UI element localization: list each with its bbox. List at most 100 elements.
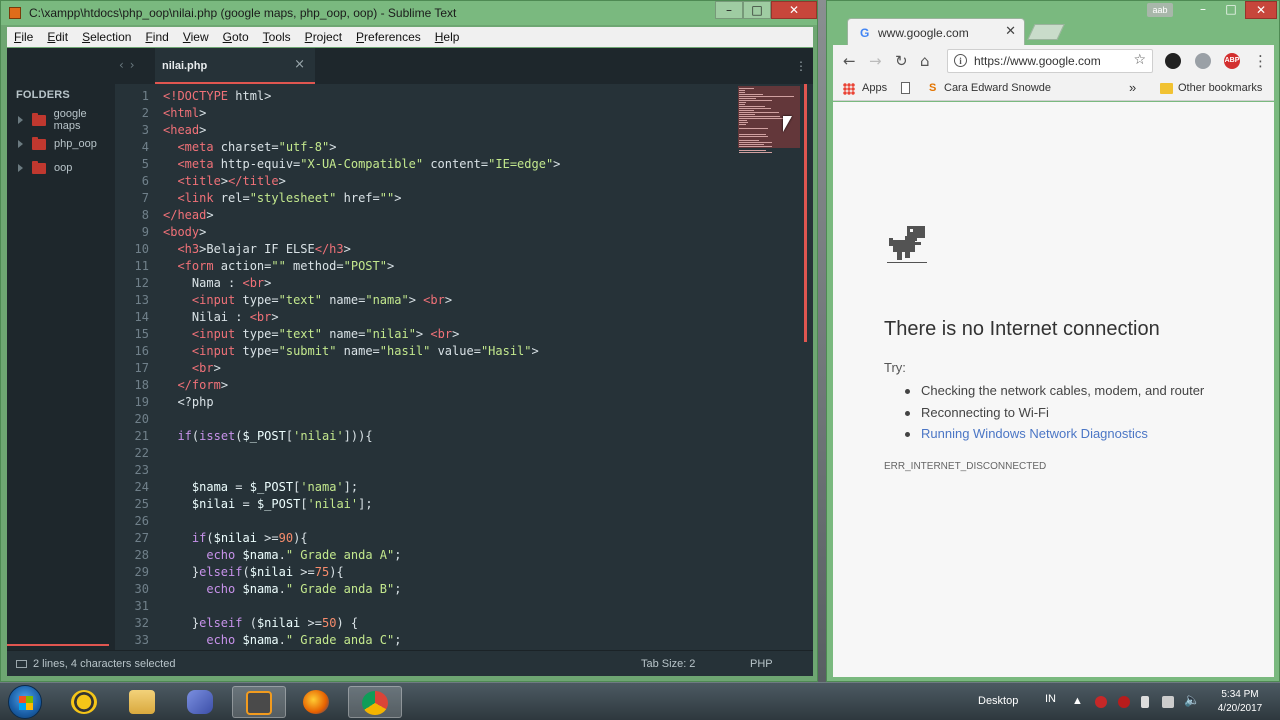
extension-icon[interactable] bbox=[1165, 53, 1181, 69]
menu-goto[interactable]: Goto bbox=[216, 30, 256, 44]
adblock-icon[interactable]: ABP bbox=[1224, 53, 1240, 69]
maximize-button[interactable]: □ bbox=[1217, 1, 1245, 19]
code-line[interactable]: <body> bbox=[163, 225, 560, 242]
battery-icon[interactable] bbox=[1141, 696, 1149, 708]
extension-icon[interactable] bbox=[1195, 53, 1211, 69]
code-line[interactable] bbox=[163, 514, 560, 531]
chevron-right-icon[interactable] bbox=[18, 116, 23, 124]
code-line[interactable]: <form action="" method="POST"> bbox=[163, 259, 560, 276]
code-line[interactable]: <meta http-equiv="X-UA-Compatible" conte… bbox=[163, 157, 560, 174]
code-line[interactable]: <head> bbox=[163, 123, 560, 140]
code-line[interactable]: }elseif ($nilai >=50) { bbox=[163, 616, 560, 633]
menu-selection[interactable]: Selection bbox=[75, 30, 138, 44]
code-line[interactable]: $nilai = $_POST['nilai']; bbox=[163, 497, 560, 514]
code-line[interactable] bbox=[163, 599, 560, 616]
taskbar-app[interactable] bbox=[290, 686, 344, 718]
info-icon[interactable]: i bbox=[954, 54, 967, 67]
chevron-right-icon[interactable] bbox=[18, 164, 23, 172]
menu-preferences[interactable]: Preferences bbox=[349, 30, 428, 44]
maximize-button[interactable]: □ bbox=[743, 1, 771, 19]
code-line[interactable]: <!DOCTYPE html> bbox=[163, 89, 560, 106]
network-icon[interactable] bbox=[1162, 696, 1174, 708]
code-line[interactable]: $nama = $_POST['nama']; bbox=[163, 480, 560, 497]
code-line[interactable] bbox=[163, 463, 560, 480]
taskbar-app-chrome[interactable] bbox=[348, 686, 402, 718]
start-button[interactable] bbox=[8, 685, 42, 719]
tab-nilai-php[interactable]: nilai.php × bbox=[155, 48, 315, 84]
other-bookmarks[interactable]: Other bookmarks bbox=[1178, 82, 1262, 94]
address-bar[interactable]: i https://www.google.com ☆ bbox=[947, 49, 1153, 73]
minimize-button[interactable]: – bbox=[1189, 1, 1217, 19]
code-editor[interactable]: 1 2 3 4 5 6 7 8 9 10 11 12 13 14 15 16 17 18 19 20 21 22 23 24 2… bbox=[115, 84, 735, 650]
taskbar-app[interactable] bbox=[58, 686, 112, 718]
code-line[interactable]: <title></title> bbox=[163, 174, 560, 191]
user-badge[interactable]: aab bbox=[1147, 3, 1173, 17]
code-line[interactable]: <h3>Belajar IF ELSE</h3> bbox=[163, 242, 560, 259]
code-line[interactable] bbox=[163, 412, 560, 429]
code-line[interactable]: <html> bbox=[163, 106, 560, 123]
desktop-toolbar[interactable]: Desktop bbox=[978, 695, 1018, 707]
close-icon[interactable]: ✕ bbox=[1005, 24, 1016, 39]
status-syntax[interactable]: PHP bbox=[750, 658, 773, 670]
minimize-button[interactable]: – bbox=[715, 1, 743, 19]
taskbar-app[interactable] bbox=[116, 686, 170, 718]
tab-menu-icon[interactable]: ⋮ bbox=[795, 59, 807, 73]
code-line[interactable]: Nama : <br> bbox=[163, 276, 560, 293]
panel-toggle-icon[interactable] bbox=[16, 660, 27, 668]
menu-tools[interactable]: Tools bbox=[256, 30, 298, 44]
menu-find[interactable]: Find bbox=[138, 30, 175, 44]
volume-icon[interactable]: 🔈 bbox=[1184, 692, 1200, 708]
page-icon[interactable] bbox=[901, 82, 910, 94]
code-line[interactable] bbox=[163, 446, 560, 463]
code-line[interactable]: Nilai : <br> bbox=[163, 310, 560, 327]
folder-php-oop[interactable]: php_oop bbox=[7, 134, 115, 154]
folder-google-maps[interactable]: google maps bbox=[7, 108, 115, 132]
reload-icon[interactable]: ↻ bbox=[895, 52, 908, 70]
folder-oop[interactable]: oop bbox=[7, 158, 115, 178]
code-line[interactable]: <meta charset="utf-8"> bbox=[163, 140, 560, 157]
menu-file[interactable]: File bbox=[7, 30, 40, 44]
minimap[interactable] bbox=[735, 84, 800, 650]
code-line[interactable]: <input type="submit" name="hasil" value=… bbox=[163, 344, 560, 361]
chevron-right-icon[interactable] bbox=[18, 140, 23, 148]
forward-icon[interactable]: → bbox=[869, 52, 882, 70]
bookmark-star-icon[interactable]: ☆ bbox=[1133, 52, 1146, 68]
bookmark-item[interactable]: Cara Edward Snowde bbox=[944, 82, 1051, 94]
code-line[interactable]: </head> bbox=[163, 208, 560, 225]
code-area[interactable]: <!DOCTYPE html> <html> <head> <meta charse… bbox=[163, 89, 560, 650]
chrome-menu-icon[interactable]: ⋮ bbox=[1253, 52, 1268, 70]
back-icon[interactable]: ← bbox=[843, 52, 856, 70]
tab-nav-arrows-icon[interactable]: ‹› bbox=[119, 58, 141, 72]
code-line[interactable]: </form> bbox=[163, 378, 560, 395]
bookmarks-overflow-icon[interactable]: » bbox=[1129, 80, 1136, 95]
code-line[interactable]: <?php bbox=[163, 395, 560, 412]
network-diagnostics-link[interactable]: Running Windows Network Diagnostics bbox=[903, 423, 1204, 445]
chrome-tab[interactable]: G www.google.com ✕ bbox=[847, 18, 1025, 46]
code-line[interactable]: echo $nama." Grade anda C"; bbox=[163, 633, 560, 650]
taskbar-app[interactable] bbox=[174, 686, 228, 718]
code-line[interactable]: <br> bbox=[163, 361, 560, 378]
tray-app-icon[interactable] bbox=[1118, 696, 1130, 708]
bookmark-apps[interactable]: Apps bbox=[862, 82, 887, 94]
menu-edit[interactable]: Edit bbox=[40, 30, 75, 44]
close-icon[interactable]: × bbox=[294, 57, 305, 72]
code-line[interactable]: if(isset($_POST['nilai'])){ bbox=[163, 429, 560, 446]
vertical-scrollbar[interactable] bbox=[804, 84, 807, 342]
code-line[interactable]: echo $nama." Grade anda A"; bbox=[163, 548, 560, 565]
tray-overflow-icon[interactable]: ▲ bbox=[1072, 695, 1083, 707]
close-button[interactable]: ✕ bbox=[771, 1, 817, 19]
sublime-titlebar[interactable]: C:\xampp\htdocs\php_oop\nilai.php (googl… bbox=[1, 1, 817, 25]
taskbar-app-sublime[interactable] bbox=[232, 686, 286, 718]
code-line[interactable]: <input type="text" name="nilai"> <br> bbox=[163, 327, 560, 344]
code-line[interactable]: <input type="text" name="nama"> <br> bbox=[163, 293, 560, 310]
status-tab-size[interactable]: Tab Size: 2 bbox=[641, 658, 695, 670]
code-line[interactable]: if($nilai >=90){ bbox=[163, 531, 560, 548]
menu-project[interactable]: Project bbox=[298, 30, 349, 44]
home-icon[interactable]: ⌂ bbox=[920, 52, 930, 70]
code-line[interactable]: }elseif($nilai >=75){ bbox=[163, 565, 560, 582]
menu-view[interactable]: View bbox=[176, 30, 216, 44]
code-line[interactable]: echo $nama." Grade anda B"; bbox=[163, 582, 560, 599]
language-indicator[interactable]: IN bbox=[1045, 693, 1056, 705]
code-line[interactable]: <link rel="stylesheet" href=""> bbox=[163, 191, 560, 208]
clock[interactable]: 5:34 PM 4/20/2017 bbox=[1212, 688, 1268, 716]
